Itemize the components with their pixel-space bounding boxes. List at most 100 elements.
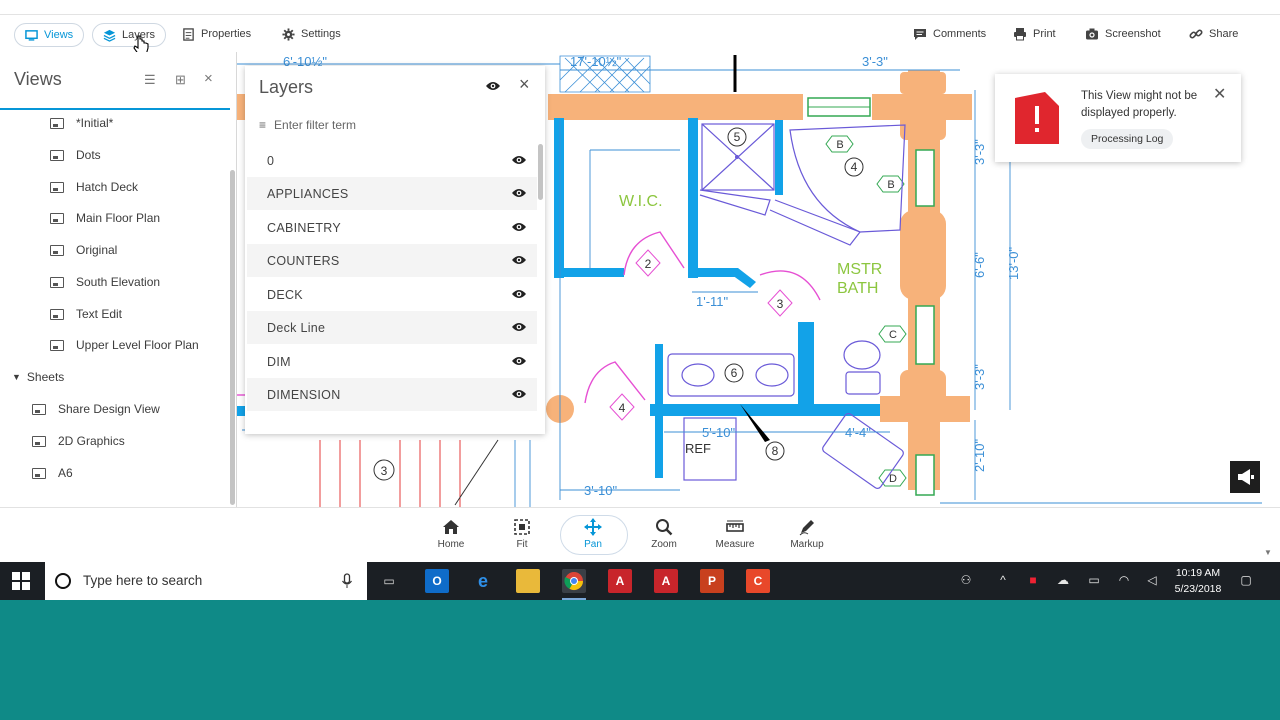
notifications-icon[interactable]: ▢ bbox=[1238, 573, 1254, 589]
pan-icon bbox=[584, 518, 602, 536]
view-item[interactable]: *Initial* bbox=[50, 112, 113, 134]
microphone-icon[interactable] bbox=[341, 573, 353, 589]
tray-app-icon[interactable]: ■ bbox=[1025, 573, 1041, 589]
taskbar-search-box[interactable]: Type here to search bbox=[45, 562, 367, 600]
layer-row[interactable]: DECK bbox=[247, 278, 537, 311]
layer-row[interactable]: APPLIANCES bbox=[247, 177, 537, 210]
tab-settings[interactable]: Settings bbox=[272, 23, 351, 45]
tab-properties[interactable]: Properties bbox=[172, 23, 261, 45]
eye-icon[interactable] bbox=[511, 221, 527, 233]
layer-name: 0 bbox=[267, 153, 275, 168]
dimension-3-10: 3'-10" bbox=[584, 483, 618, 498]
pan-button[interactable]: Pan bbox=[565, 518, 621, 556]
close-icon[interactable]: × bbox=[519, 74, 530, 95]
layer-row[interactable]: 0 bbox=[247, 144, 537, 177]
zoom-button[interactable]: Zoom bbox=[636, 518, 692, 556]
top-toolbar: Views Layers Properties Settings Comment… bbox=[0, 14, 1280, 56]
battery-icon[interactable]: ▭ bbox=[1086, 573, 1102, 589]
monitor-icon bbox=[25, 29, 38, 41]
volume-icon[interactable]: ◁ bbox=[1144, 573, 1160, 589]
share-button[interactable]: Share bbox=[1189, 23, 1238, 45]
view-thumbnail-icon bbox=[50, 339, 64, 351]
view-item[interactable]: Hatch Deck bbox=[50, 176, 138, 198]
explorer-icon[interactable] bbox=[516, 569, 540, 593]
layer-row[interactable]: DIMENSION bbox=[247, 378, 537, 411]
sheet-item[interactable]: 2D Graphics bbox=[32, 430, 125, 452]
layer-row[interactable]: COUNTERS bbox=[247, 244, 537, 277]
dimension-vert-1: 3'-3" bbox=[972, 139, 987, 165]
tag-4: 4 bbox=[851, 160, 858, 174]
views-scrollbar[interactable] bbox=[230, 170, 235, 505]
sheets-section-header[interactable]: ▼ Sheets bbox=[12, 370, 64, 384]
layer-row[interactable]: Deck Line bbox=[247, 311, 537, 344]
tab-settings-label: Settings bbox=[301, 28, 341, 40]
view-item-label: Text Edit bbox=[76, 307, 123, 321]
eye-icon[interactable] bbox=[511, 288, 527, 300]
dimension-vert-2: 6'-6" bbox=[972, 252, 987, 278]
sheet-item[interactable]: Share Design View bbox=[32, 398, 160, 420]
layer-name: Deck Line bbox=[267, 320, 326, 335]
sheet-item-label: Share Design View bbox=[58, 402, 160, 416]
home-button[interactable]: Home bbox=[423, 518, 479, 556]
people-icon[interactable]: ⚇ bbox=[958, 573, 974, 589]
onedrive-icon[interactable]: ☁ bbox=[1055, 573, 1071, 589]
sheet-item[interactable]: A6 bbox=[32, 462, 73, 484]
view-item[interactable]: Main Floor Plan bbox=[50, 207, 160, 229]
eye-icon[interactable] bbox=[511, 388, 527, 400]
markup-button[interactable]: Markup bbox=[779, 518, 835, 556]
view-thumbnail-icon bbox=[50, 308, 64, 320]
edge-icon[interactable]: e bbox=[471, 569, 495, 593]
tab-views[interactable]: Views bbox=[14, 23, 85, 47]
dimension-5-10: 5'-10" bbox=[702, 425, 736, 440]
layer-row[interactable]: DIM bbox=[247, 345, 537, 378]
measure-button[interactable]: Measure bbox=[707, 518, 763, 556]
outlook-icon[interactable]: O bbox=[425, 569, 449, 593]
layer-filter-input[interactable]: ≡ Enter filter term bbox=[259, 114, 529, 136]
close-icon[interactable]: × bbox=[204, 70, 218, 87]
layers-panel: Layers × ≡ Enter filter term 0 APPLIANCE… bbox=[245, 66, 545, 434]
ruler-icon bbox=[726, 520, 744, 532]
scroll-down-icon[interactable]: ▼ bbox=[1264, 548, 1272, 557]
sheets-heading-label: Sheets bbox=[26, 370, 65, 384]
eye-icon[interactable] bbox=[511, 254, 527, 266]
snagit-icon[interactable]: C bbox=[746, 569, 770, 593]
windows-start-icon[interactable] bbox=[12, 572, 30, 590]
tab-layers[interactable]: Layers bbox=[92, 23, 167, 47]
powerpoint-icon[interactable]: P bbox=[700, 569, 724, 593]
print-button[interactable]: Print bbox=[1013, 23, 1056, 45]
label-ref: REF bbox=[685, 441, 711, 456]
screenshot-button[interactable]: Screenshot bbox=[1085, 23, 1161, 45]
announcement-button[interactable] bbox=[1230, 461, 1260, 493]
view-item[interactable]: Original bbox=[50, 239, 117, 261]
chrome-icon[interactable] bbox=[562, 569, 586, 593]
comments-button[interactable]: Comments bbox=[913, 23, 986, 45]
grid-view-icon[interactable]: ⊞ bbox=[175, 72, 189, 87]
layers-scrollbar[interactable] bbox=[538, 144, 543, 200]
close-icon[interactable]: ✕ bbox=[1213, 84, 1226, 104]
tag-8: 8 bbox=[772, 444, 779, 458]
clock[interactable]: 10:19 AM 5/23/2018 bbox=[1170, 565, 1226, 597]
eye-icon[interactable] bbox=[511, 321, 527, 333]
view-item[interactable]: Upper Level Floor Plan bbox=[50, 334, 199, 356]
list-view-icon[interactable]: ☰ bbox=[144, 72, 158, 87]
view-thumbnail-icon bbox=[50, 244, 64, 256]
view-thumbnail-icon bbox=[50, 181, 64, 193]
eye-icon[interactable] bbox=[511, 355, 527, 367]
view-item-label: Original bbox=[76, 243, 118, 257]
view-item[interactable]: Text Edit bbox=[50, 303, 122, 325]
active-app-indicator bbox=[562, 598, 586, 600]
autocad-lt-icon[interactable]: A bbox=[654, 569, 678, 593]
eye-icon[interactable] bbox=[485, 80, 501, 92]
eye-icon[interactable] bbox=[511, 154, 527, 166]
task-view-icon[interactable]: ▭ bbox=[377, 569, 401, 593]
autocad-icon[interactable]: A bbox=[608, 569, 632, 593]
view-item[interactable]: Dots bbox=[50, 144, 101, 166]
layer-row[interactable]: CABINETRY bbox=[247, 211, 537, 244]
show-hidden-icons[interactable]: ^ bbox=[995, 573, 1011, 589]
fit-button[interactable]: Fit bbox=[494, 518, 550, 556]
processing-log-button[interactable]: Processing Log bbox=[1081, 129, 1174, 149]
home-label: Home bbox=[437, 539, 465, 550]
eye-icon[interactable] bbox=[511, 187, 527, 199]
wifi-icon[interactable]: ◠ bbox=[1116, 573, 1132, 589]
view-item[interactable]: South Elevation bbox=[50, 271, 160, 293]
